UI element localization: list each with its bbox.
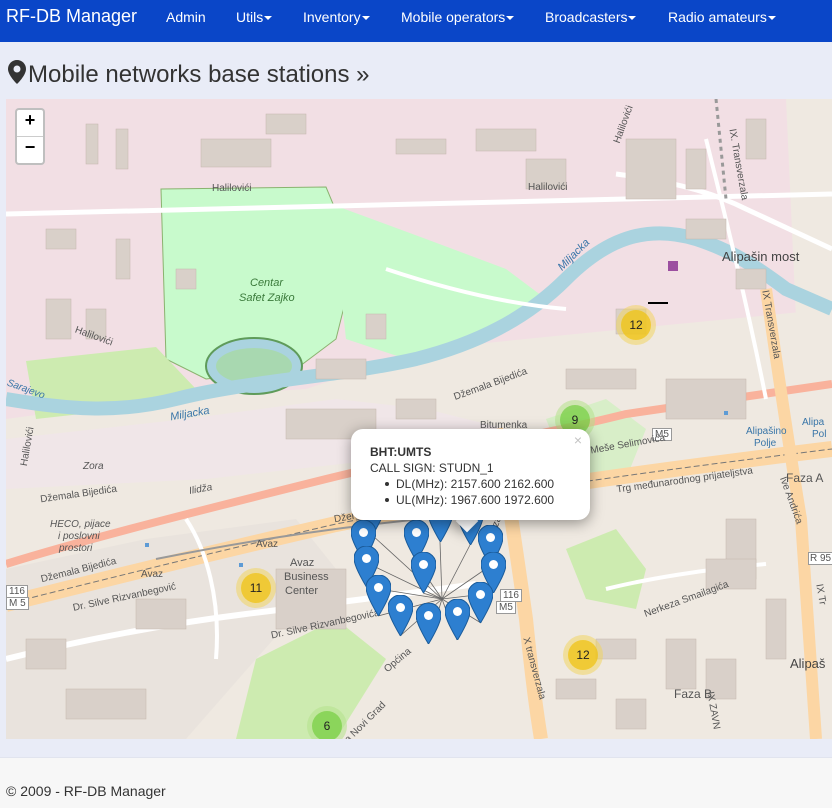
cluster-count: 12 xyxy=(621,310,651,340)
map-label: Zora xyxy=(83,461,104,472)
nav-admin-label: Admin xyxy=(166,9,206,25)
map-label: HECO, pijace xyxy=(50,519,111,530)
base-station-marker-icon[interactable] xyxy=(388,595,413,636)
marker-cluster[interactable]: 12 xyxy=(563,635,603,675)
map-label: Avaz xyxy=(141,569,164,580)
map-label: Centar xyxy=(250,277,284,289)
marker-cluster[interactable]: 11 xyxy=(236,568,276,608)
map-view[interactable]: + − Halilovići Halilovići Halilovići Hal… xyxy=(6,99,832,739)
popup-ul: UL(MHz): 1967.600 1972.600 xyxy=(384,493,555,507)
page-title: Mobile networks base stations » xyxy=(8,60,370,91)
brand-link[interactable]: RF-DB Manager xyxy=(6,6,137,27)
nav-broadcasters[interactable]: Broadcasters xyxy=(545,9,637,25)
marker-cluster[interactable]: 12 xyxy=(616,305,656,345)
nav-admin[interactable]: Admin xyxy=(166,9,206,25)
map-label: M5 xyxy=(496,601,516,614)
cluster-count: 6 xyxy=(312,711,342,739)
nav-broadcasters-label: Broadcasters xyxy=(545,9,628,25)
base-station-marker-icon[interactable] xyxy=(411,552,436,593)
popup-dl: DL(MHz): 2157.600 2162.600 xyxy=(384,477,555,491)
map-marker-icon xyxy=(8,60,26,91)
map-label: Halilovići xyxy=(212,183,252,194)
zoom-in-button[interactable]: + xyxy=(17,110,43,136)
map-label: Avaz xyxy=(256,539,279,550)
caret-down-icon xyxy=(361,16,370,21)
map-label: Pol xyxy=(812,429,827,440)
map-label: 116 xyxy=(6,585,28,598)
cluster-count: 11 xyxy=(241,573,271,603)
page-title-text: Mobile networks base stations » xyxy=(28,61,370,88)
map-label: Alipašino xyxy=(746,426,787,437)
footer-text: © 2009 - RF-DB Manager xyxy=(6,783,166,799)
close-icon[interactable]: × xyxy=(574,432,582,448)
marker-cluster[interactable]: 6 xyxy=(307,706,347,739)
caret-down-icon xyxy=(628,16,637,21)
nav-radio-amateurs[interactable]: Radio amateurs xyxy=(668,9,776,25)
map-label: Safet Zajko xyxy=(239,292,295,304)
base-station-marker-icon[interactable] xyxy=(445,599,470,640)
map-label: Business xyxy=(284,571,329,583)
nav-inventory-label: Inventory xyxy=(303,9,361,25)
zoom-out-button[interactable]: − xyxy=(17,136,43,163)
nav-utils-label: Utils xyxy=(236,9,264,25)
base-station-marker-icon[interactable] xyxy=(416,603,441,644)
map-label: Alipaš xyxy=(790,656,826,671)
popup-call-sign: CALL SIGN: STUDN_1 xyxy=(370,461,494,475)
map-label: Halilovići xyxy=(528,182,568,193)
nav-mobile-operators[interactable]: Mobile operators xyxy=(401,9,515,25)
map-label: Polje xyxy=(754,438,777,449)
map-label: Center xyxy=(285,585,319,597)
map-label: i poslovni xyxy=(58,531,100,542)
zoom-control: + − xyxy=(15,108,45,165)
nav-inventory[interactable]: Inventory xyxy=(303,9,370,25)
caret-down-icon xyxy=(767,16,776,21)
map-label: Avaz xyxy=(290,557,315,569)
station-popup: × BHT:UMTS CALL SIGN: STUDN_1 DL(MHz): 2… xyxy=(351,429,590,520)
nav-mobile-operators-label: Mobile operators xyxy=(401,9,506,25)
popup-title: BHT:UMTS xyxy=(370,445,432,459)
caret-down-icon xyxy=(506,16,515,21)
footer: © 2009 - RF-DB Manager xyxy=(0,757,832,808)
map-label: M 5 xyxy=(6,597,29,610)
map-label: Faza A xyxy=(786,471,824,485)
nav-utils[interactable]: Utils xyxy=(236,9,273,25)
cluster-count: 12 xyxy=(568,640,598,670)
map-label: prostori xyxy=(59,543,93,554)
caret-down-icon xyxy=(264,16,273,21)
map-label: Alipa xyxy=(802,417,825,428)
base-station-marker-icon[interactable] xyxy=(468,582,493,623)
nav-radio-amateurs-label: Radio amateurs xyxy=(668,9,767,25)
top-navbar: RF-DB Manager Admin Utils Inventory Mobi… xyxy=(0,0,832,42)
map-label: R 95 xyxy=(808,552,832,565)
map-label: Alipašin most xyxy=(722,249,800,264)
